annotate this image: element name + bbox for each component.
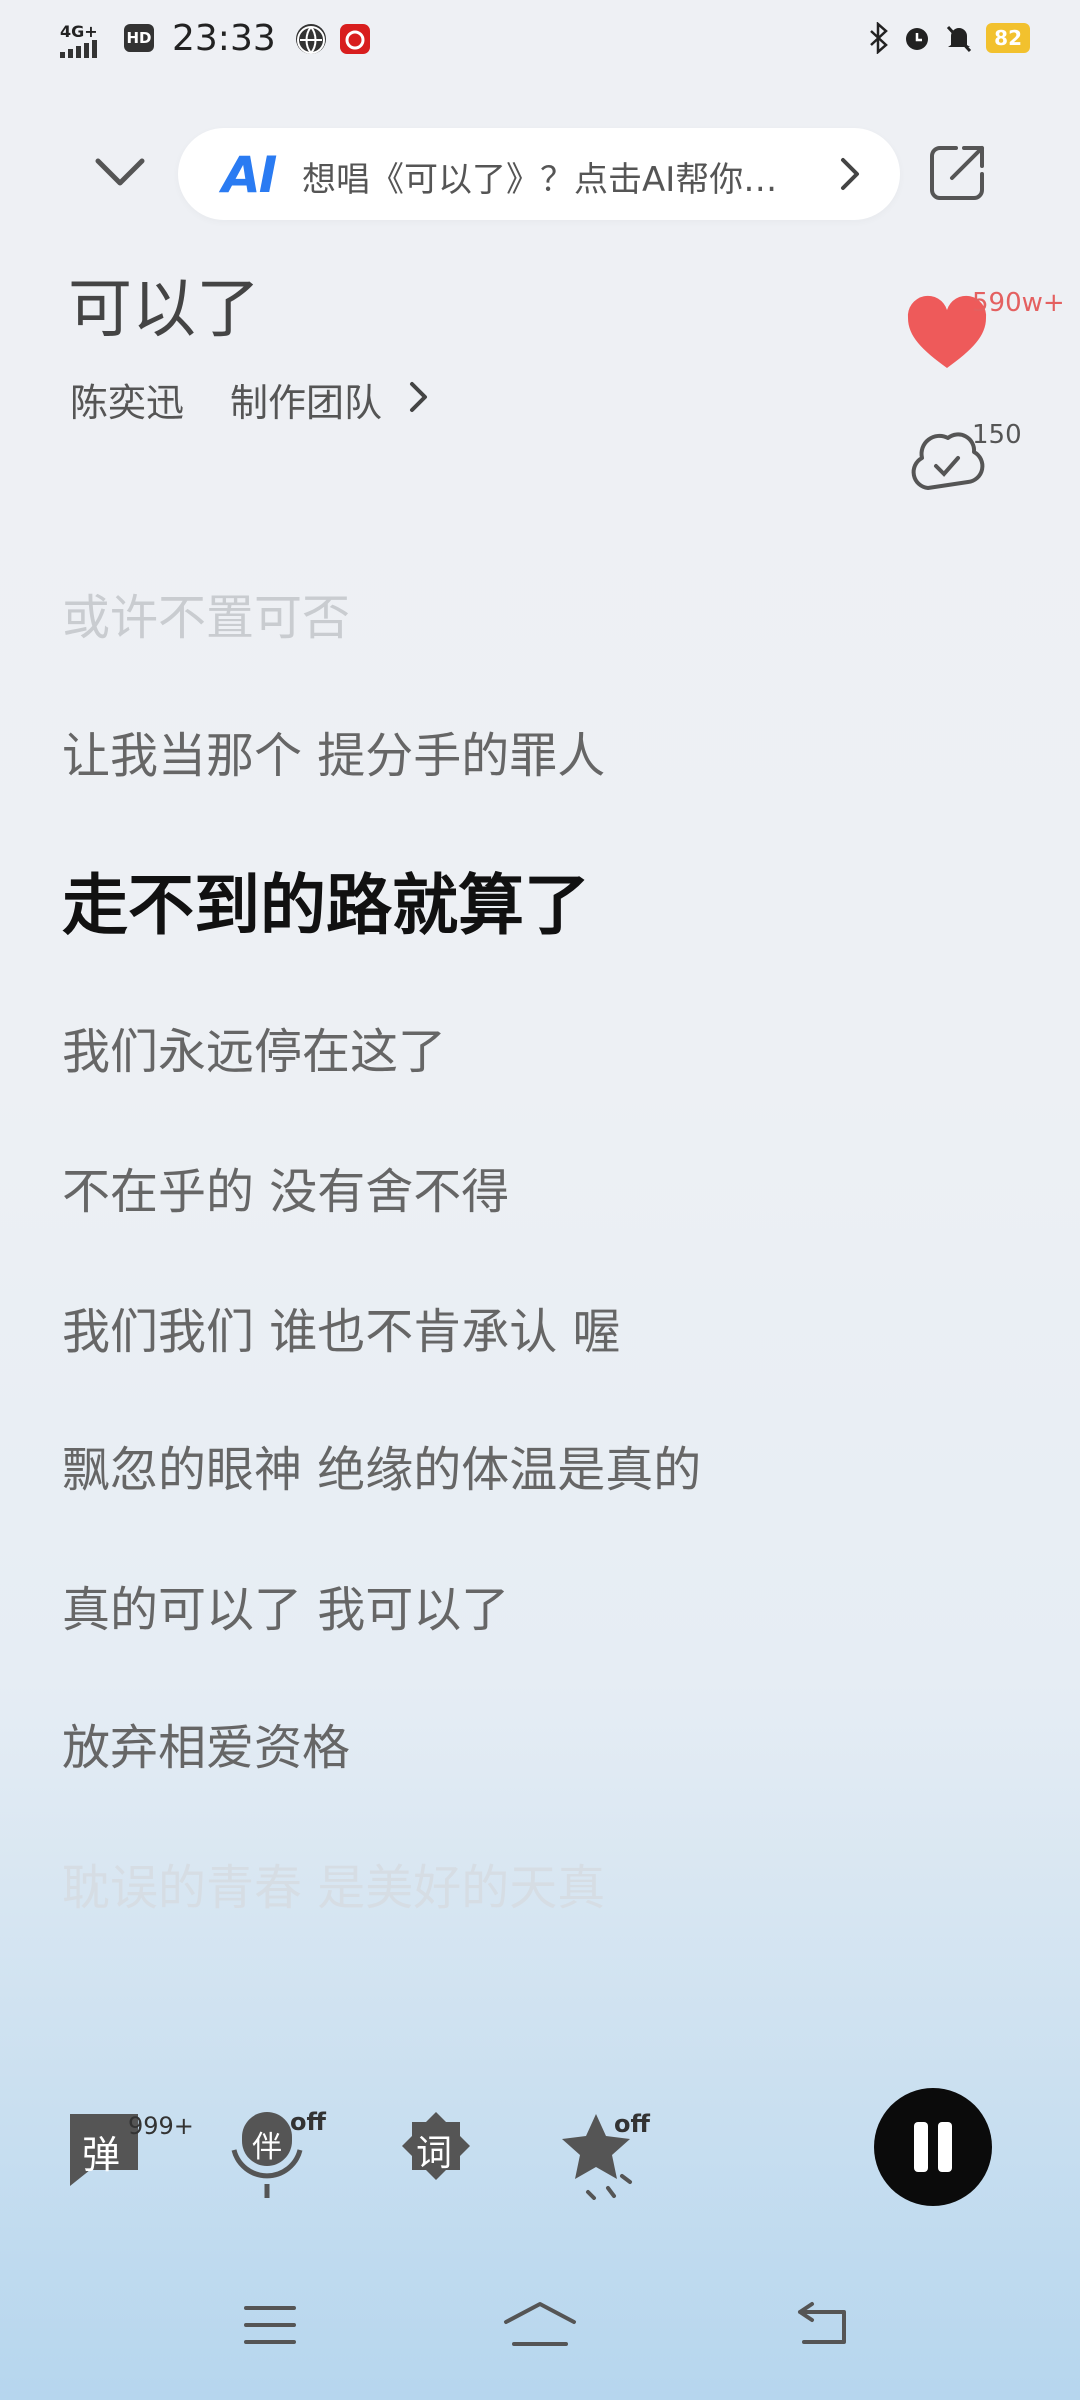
credits-link[interactable]: 制作团队	[230, 372, 382, 427]
alarm-icon	[906, 28, 929, 50]
song-title: 可以了	[68, 273, 260, 347]
comment-count: 150	[972, 420, 1022, 450]
share-icon[interactable]	[926, 142, 988, 204]
signal-icon: 4G+	[60, 24, 104, 61]
lyric-line-current[interactable]: 走不到的路就算了	[62, 852, 590, 948]
network-label: 4G+	[60, 22, 98, 41]
bluetooth-icon	[870, 22, 889, 54]
like-count: 590w+	[972, 288, 1065, 318]
ai-sing-banner[interactable]: AI 想唱《可以了》？点击AI帮你…	[178, 128, 900, 220]
danmaku-label: 弹	[82, 2133, 121, 2177]
chevron-right-icon[interactable]	[408, 380, 430, 414]
mute-bell-icon	[947, 25, 972, 53]
danmaku-count-badge: 999+	[128, 2112, 194, 2140]
accompaniment-label: 伴	[252, 2130, 282, 2165]
artist-name[interactable]: 陈奕迅	[70, 372, 184, 427]
ai-logo-icon: AI	[222, 146, 277, 204]
back-icon[interactable]	[794, 2300, 854, 2350]
lyric-line[interactable]: 不在乎的 没有舍不得	[62, 1152, 509, 1222]
lyrics-label: 词	[416, 2133, 453, 2174]
hd-badge: HD	[124, 24, 154, 52]
ai-prompt-text: 想唱《可以了》？点击AI帮你…	[302, 160, 778, 200]
lyrics-button[interactable]: 词	[396, 2110, 486, 2200]
lyric-line[interactable]: 真的可以了 我可以了	[62, 1570, 509, 1640]
chevron-right-icon	[841, 158, 859, 190]
accompaniment-state: off	[290, 2108, 326, 2136]
lyric-line[interactable]: 我们我们 谁也不肯承认 喔	[62, 1292, 621, 1362]
netease-music-icon	[340, 24, 370, 54]
status-bar: 4G+ HD 23:33 82	[60, 18, 1030, 66]
lyric-line[interactable]: 飘忽的眼神 绝缘的体温是真的	[62, 1430, 701, 1500]
lyric-line[interactable]: 耽误的青春 是美好的天真	[62, 1848, 605, 1918]
menu-icon[interactable]	[240, 2300, 300, 2350]
status-time: 23:33	[172, 18, 276, 59]
lyric-line[interactable]: 让我当那个 提分手的罪人	[62, 716, 605, 786]
lyric-line[interactable]: 我们永远停在这了	[62, 1012, 446, 1082]
battery-indicator: 82	[986, 23, 1030, 53]
collapse-chevron-icon[interactable]	[92, 145, 148, 201]
home-icon[interactable]	[500, 2300, 580, 2350]
lyric-line[interactable]: 或许不置可否	[62, 578, 350, 648]
sound-effect-state: off	[614, 2110, 650, 2138]
vpn-globe-icon	[296, 24, 326, 54]
pause-icon	[914, 2122, 928, 2172]
pause-button[interactable]	[874, 2088, 992, 2206]
lyric-line[interactable]: 放弃相爱资格	[62, 1708, 350, 1778]
